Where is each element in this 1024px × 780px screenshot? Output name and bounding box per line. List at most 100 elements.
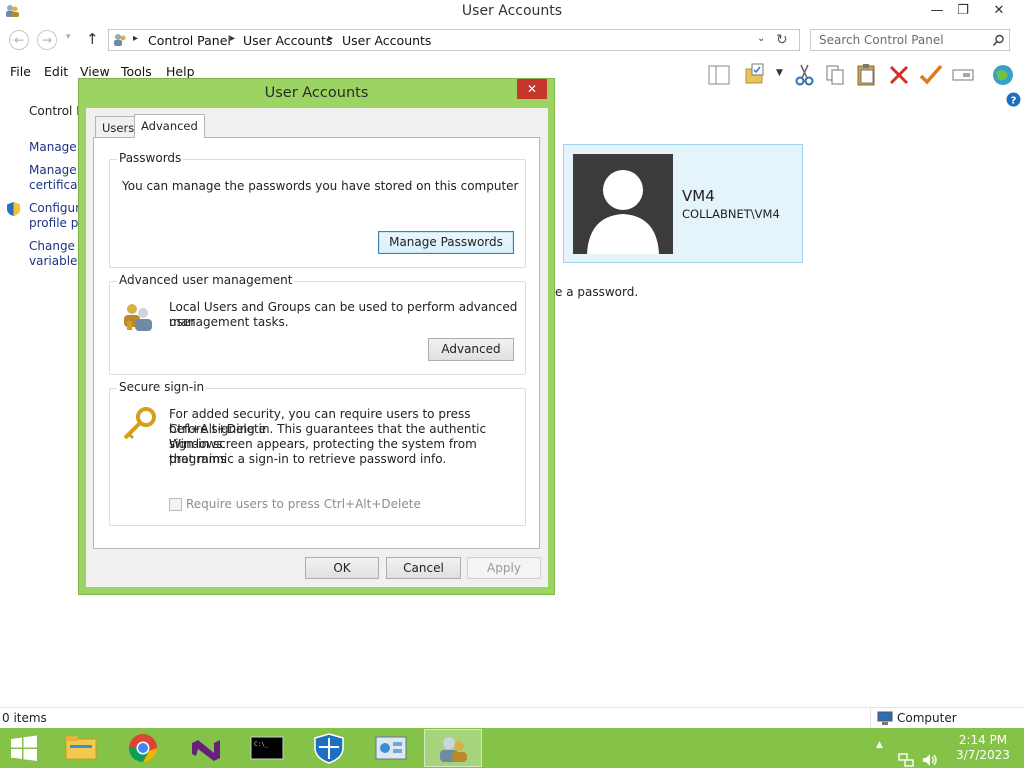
computer-icon bbox=[877, 711, 893, 725]
status-divider bbox=[870, 708, 871, 730]
uac-shield-icon bbox=[7, 202, 20, 216]
user-name: VM4 bbox=[682, 187, 715, 205]
restore-button[interactable]: ❐ bbox=[948, 0, 978, 22]
advanced-user-management-label: Advanced user management bbox=[117, 273, 295, 287]
close-button[interactable]: ✕ bbox=[984, 0, 1014, 22]
breadcrumb-separator[interactable]: ▸ bbox=[133, 33, 138, 44]
control-panel-icon bbox=[114, 34, 126, 46]
advanced-tab-panel: Passwords You can manage the passwords y… bbox=[93, 137, 540, 549]
dialog-title: User Accounts bbox=[264, 85, 369, 101]
start-button-windows-icon[interactable] bbox=[0, 728, 48, 768]
navigation-bar: ← → ▾ ↑ ▸ Control Panel ▸ User Accounts … bbox=[0, 28, 1024, 54]
menu-file[interactable]: File bbox=[10, 64, 31, 79]
rename-icon[interactable] bbox=[950, 62, 976, 88]
taskbar-control-panel[interactable] bbox=[362, 729, 420, 767]
folder-options-icon[interactable] bbox=[742, 62, 768, 88]
configure-profile-link-line2[interactable]: profile pr bbox=[29, 216, 83, 230]
zone-label: Computer bbox=[897, 711, 957, 725]
user-accounts-icon bbox=[440, 737, 467, 762]
svg-text:C:\_: C:\_ bbox=[254, 741, 269, 748]
user-silhouette-icon bbox=[587, 170, 659, 254]
globe-icon[interactable] bbox=[990, 62, 1016, 88]
show-hidden-icons-button[interactable]: ▲ bbox=[876, 740, 883, 780]
clock-time: 2:14 PM bbox=[958, 733, 1008, 747]
visual-studio-icon bbox=[192, 740, 220, 761]
up-button[interactable]: ↑ bbox=[86, 30, 99, 48]
breadcrumb-user-accounts-current[interactable]: User Accounts bbox=[342, 33, 431, 48]
copy-icon[interactable] bbox=[822, 62, 848, 88]
breadcrumb-control-panel[interactable]: Control Panel bbox=[148, 33, 231, 48]
menu-tools[interactable]: Tools bbox=[121, 64, 152, 79]
preview-pane-icon[interactable] bbox=[706, 62, 732, 88]
passwords-description: You can manage the passwords you have st… bbox=[122, 179, 519, 193]
search-box[interactable] bbox=[810, 29, 1010, 51]
user-domain: COLLABNET\VM4 bbox=[682, 207, 780, 221]
address-dropdown-icon[interactable]: ⌄ bbox=[757, 33, 765, 44]
require-ctrl-alt-delete-label[interactable]: Require users to press Ctrl+Alt+Delete bbox=[186, 497, 421, 511]
advanced-user-management-description-line2: management tasks. bbox=[169, 315, 289, 329]
recent-locations-dropdown[interactable]: ▾ bbox=[66, 32, 71, 42]
address-bar[interactable]: ▸ Control Panel ▸ User Accounts ▸ User A… bbox=[108, 29, 800, 51]
key-icon bbox=[123, 407, 156, 440]
toolbar: ▼ ? bbox=[700, 62, 1024, 107]
back-button[interactable]: ← bbox=[9, 30, 29, 50]
file-explorer-icon bbox=[65, 736, 97, 760]
view-dropdown-icon[interactable]: ▼ bbox=[776, 68, 783, 78]
cut-icon[interactable] bbox=[792, 62, 818, 88]
menu-view[interactable]: View bbox=[80, 64, 110, 79]
command-prompt-icon: C:\_ bbox=[250, 736, 284, 760]
properties-check-icon[interactable] bbox=[918, 62, 944, 88]
cancel-button[interactable]: Cancel bbox=[386, 557, 461, 579]
breadcrumb-separator[interactable]: ▸ bbox=[328, 33, 333, 44]
change-password-text[interactable]: e a password. bbox=[555, 285, 638, 299]
help-icon[interactable]: ? bbox=[1006, 92, 1021, 107]
taskbar-user-accounts[interactable] bbox=[424, 729, 482, 767]
manage-passwords-button[interactable]: Manage Passwords bbox=[378, 231, 514, 254]
breadcrumb-separator[interactable]: ▸ bbox=[230, 33, 235, 44]
breadcrumb-user-accounts[interactable]: User Accounts bbox=[243, 33, 332, 48]
control-panel-icon bbox=[375, 736, 407, 760]
volume-icon[interactable] bbox=[921, 740, 939, 780]
change-environment-variables-link-line2[interactable]: variables bbox=[29, 254, 84, 268]
taskbar-visual-studio[interactable] bbox=[176, 729, 234, 767]
advanced-user-management-group: Advanced user management Local Users and… bbox=[109, 273, 526, 375]
control-panel-home-link[interactable]: Control P bbox=[29, 104, 83, 118]
clock-date: 3/7/2023 bbox=[956, 748, 1010, 762]
taskbar-chrome[interactable] bbox=[114, 729, 172, 767]
search-icon[interactable] bbox=[992, 34, 1005, 47]
ok-button[interactable]: OK bbox=[305, 557, 379, 579]
forward-button[interactable]: → bbox=[37, 30, 57, 50]
taskbar-windows-defender[interactable] bbox=[300, 729, 358, 767]
refresh-icon[interactable]: ↻ bbox=[776, 32, 788, 48]
taskbar-file-explorer[interactable] bbox=[52, 729, 110, 767]
status-bar: 0 items Computer bbox=[0, 707, 1024, 730]
windows-defender-icon bbox=[314, 733, 344, 764]
dialog-close-button[interactable]: ✕ bbox=[517, 79, 547, 99]
menu-edit[interactable]: Edit bbox=[44, 64, 68, 79]
window-title: User Accounts bbox=[461, 3, 563, 19]
users-groups-icon bbox=[124, 304, 152, 331]
secure-signin-label: Secure sign-in bbox=[117, 380, 207, 394]
apply-button[interactable]: Apply bbox=[467, 557, 541, 579]
paste-icon[interactable] bbox=[854, 62, 880, 88]
secure-signin-description-line4: that mimic a sign-in to retrieve passwor… bbox=[169, 452, 447, 466]
user-accounts-dialog: User Accounts ✕ Users Advanced Passwords… bbox=[78, 78, 555, 595]
user-tile[interactable]: VM4 COLLABNET\VM4 bbox=[563, 144, 803, 263]
taskbar-command-prompt[interactable]: C:\_ bbox=[238, 729, 296, 767]
menu-help[interactable]: Help bbox=[166, 64, 195, 79]
svg-text:?: ? bbox=[1011, 96, 1017, 107]
item-count: 0 items bbox=[2, 711, 47, 725]
require-ctrl-alt-delete-checkbox[interactable] bbox=[169, 498, 182, 511]
delete-icon[interactable] bbox=[886, 62, 912, 88]
network-icon[interactable] bbox=[897, 740, 915, 780]
advanced-button[interactable]: Advanced bbox=[428, 338, 514, 361]
chrome-icon bbox=[129, 734, 157, 762]
search-input[interactable] bbox=[817, 32, 987, 48]
passwords-group: Passwords You can manage the passwords y… bbox=[109, 151, 526, 268]
window-titlebar: User Accounts — ❐ ✕ bbox=[0, 0, 1024, 24]
passwords-group-label: Passwords bbox=[117, 151, 184, 165]
taskbar-clock[interactable]: 2:14 PM 3/7/2023 bbox=[948, 733, 1018, 763]
tab-advanced[interactable]: Advanced bbox=[134, 114, 205, 138]
secure-signin-group: Secure sign-in For added security, you c… bbox=[109, 380, 526, 526]
taskbar: C:\_ ▲ 2:14 PM 3/7/2023 bbox=[0, 728, 1024, 768]
